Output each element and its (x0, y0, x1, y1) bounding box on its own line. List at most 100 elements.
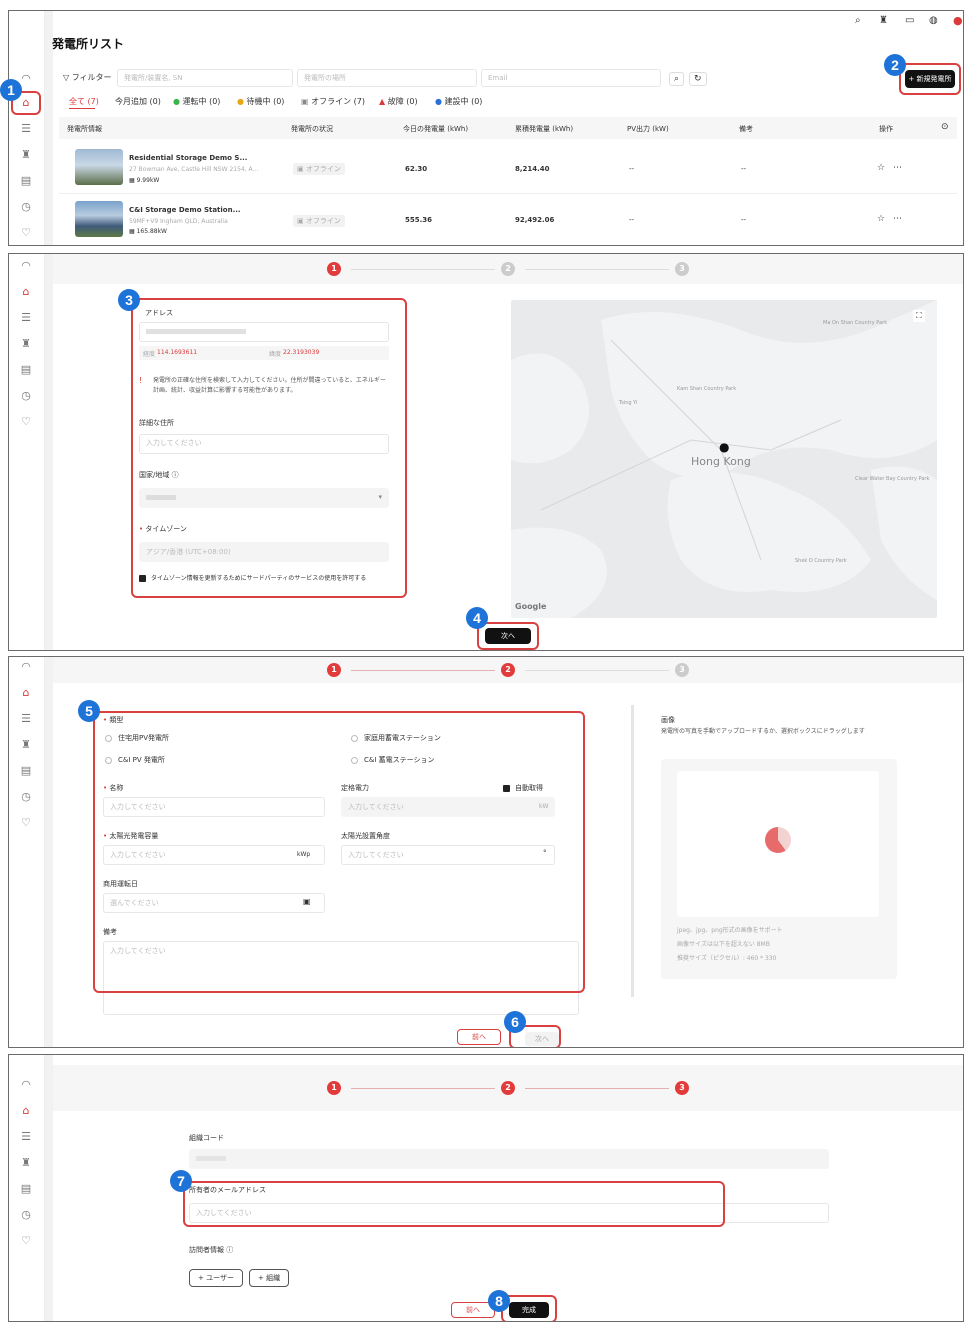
tab-fault[interactable]: ▲ 故障 (0) (379, 96, 418, 107)
owner-email-highlight (183, 1181, 725, 1227)
step-badge-2: 2 (884, 54, 906, 76)
dashboard-icon[interactable]: ◠ (18, 258, 34, 274)
tab-all[interactable]: 全て (7) (69, 96, 99, 107)
step1-panel: ◠ ⌂ ☰ ♜ ▤ ◷ ♡ 1 2 3 アドレス 経度 114.1693611 … (8, 253, 964, 651)
support-icon[interactable]: ♡ (18, 225, 34, 241)
email-search-input[interactable]: Email (481, 69, 661, 87)
image-hint-recommended: 推奨サイズ（ピクセル）: 460 * 330 (677, 955, 777, 962)
sidebar: ◠ ⌂ ☰ ♜ ▤ ◷ ♡ (9, 11, 45, 245)
image-placeholder-icon (765, 827, 791, 853)
next-highlight (477, 622, 539, 650)
device-icon[interactable]: ☰ (18, 1129, 34, 1145)
clock-icon[interactable]: ◷ (18, 789, 34, 805)
step-3: 3 (675, 663, 689, 677)
top-message-icon[interactable]: ▭ (905, 15, 914, 26)
column-settings-icon[interactable]: ⊙ (941, 122, 949, 132)
step-line (351, 269, 495, 270)
search-icon[interactable]: ⌕ (669, 72, 685, 86)
tab-this-month[interactable]: 今月追加 (0) (115, 96, 161, 107)
device-icon[interactable]: ☰ (18, 310, 34, 326)
tab-running[interactable]: ● 運転中 (0) (173, 96, 220, 107)
station-name[interactable]: C&I Storage Demo Station... (129, 206, 241, 214)
step-badge-6: 6 (504, 1011, 526, 1033)
sidebar: ◠ ⌂ ☰ ♜ ▤ ◷ ♡ (9, 254, 45, 650)
col-actions: 操作 (879, 125, 893, 133)
report-icon[interactable]: ▤ (18, 763, 34, 779)
note-value: -- (741, 165, 747, 173)
home-icon[interactable]: ⌂ (18, 284, 34, 300)
top-globe-icon[interactable]: ◍ (929, 15, 938, 26)
tower-icon[interactable]: ♜ (18, 737, 34, 753)
map-label: Clear Water Bay Country Park (855, 476, 930, 482)
report-icon[interactable]: ▤ (18, 173, 34, 189)
status-label: オフライン (305, 217, 341, 225)
image-upload-box[interactable]: jpeg、jpg、png形式の画像をサポート 画像サイズは以下を超えない 8MB… (661, 759, 897, 979)
step-line (525, 670, 669, 671)
location-search-input[interactable]: 発電所の場所 (297, 69, 477, 87)
capacity-value: 9.99kW (136, 177, 160, 184)
tab-standby[interactable]: ● 待機中 (0) (237, 96, 284, 107)
capacity-value: 165.88kW (136, 228, 167, 235)
clock-icon[interactable]: ◷ (18, 199, 34, 215)
top-search-icon[interactable]: ⌕ (855, 15, 861, 26)
top-station-icon[interactable]: ♜ (879, 15, 888, 26)
more-icon[interactable]: ⋯ (893, 214, 902, 224)
device-icon[interactable]: ☰ (18, 711, 34, 727)
clock-icon[interactable]: ◷ (18, 388, 34, 404)
filter-button[interactable]: ▽ フィルター (63, 72, 112, 83)
star-icon[interactable]: ☆ (877, 163, 885, 173)
dashboard-icon[interactable]: ◠ (18, 1077, 34, 1093)
home-icon[interactable]: ⌂ (18, 685, 34, 701)
today-value: 62.30 (405, 165, 428, 173)
map-label: Ma On Shan Country Park (823, 320, 888, 326)
tab-offline[interactable]: ▣ オフライン (7) (301, 96, 365, 107)
map[interactable]: Hong Kong Kam Shan Country Park Ma On Sh… (511, 300, 937, 618)
support-icon[interactable]: ♡ (18, 1233, 34, 1249)
fullscreen-icon[interactable]: ⛶ (913, 310, 925, 322)
step-line (351, 1088, 495, 1089)
dashboard-icon[interactable]: ◠ (18, 659, 34, 675)
step2-panel: ◠ ⌂ ☰ ♜ ▤ ◷ ♡ 1 2 3 • 類型 住宅用PV発電所 家庭用蓄電ス… (8, 656, 964, 1048)
star-icon[interactable]: ☆ (877, 214, 885, 224)
support-icon[interactable]: ♡ (18, 815, 34, 831)
device-icon[interactable]: ☰ (18, 121, 34, 137)
station-name[interactable]: Residential Storage Demo S... (129, 154, 247, 162)
note-value: -- (741, 216, 747, 224)
step-badge-7: 7 (170, 1170, 192, 1192)
device-search-input[interactable]: 発電所/装置名, SN (117, 69, 293, 87)
col-status: 発電所の状況 (291, 125, 333, 133)
col-total: 累積発電量 (kWh) (515, 125, 574, 133)
station-address: 27 Bowman Ave, Castle Hill NSW 2154, A..… (129, 166, 259, 173)
today-value: 555.36 (405, 216, 433, 224)
total-value: 92,492.06 (515, 216, 555, 224)
station-capacity: ▦ 9.99kW (129, 177, 160, 184)
col-today: 今日の発電量 (kWh) (403, 125, 469, 133)
report-icon[interactable]: ▤ (18, 1181, 34, 1197)
add-org-button[interactable]: + 組織 (249, 1269, 290, 1287)
more-icon[interactable]: ⋯ (893, 163, 902, 173)
status-badge: ▣ オフライン (293, 215, 345, 227)
new-station-highlight (899, 63, 961, 95)
add-user-button[interactable]: + ユーザー (189, 1269, 243, 1287)
image-hint-size: 画像サイズは以下を超えない 8MB (677, 941, 770, 948)
top-user-icon[interactable]: ● (953, 14, 963, 27)
tower-icon[interactable]: ♜ (18, 147, 34, 163)
step-1: 1 (327, 663, 341, 677)
tower-icon[interactable]: ♜ (18, 336, 34, 352)
support-icon[interactable]: ♡ (18, 414, 34, 430)
prev-button[interactable]: 前へ (457, 1029, 501, 1045)
clock-icon[interactable]: ◷ (18, 1207, 34, 1223)
map-label: Hong Kong (691, 455, 751, 468)
pv-value: -- (629, 216, 635, 224)
gutter (45, 657, 53, 1047)
tab-running-label: 運転中 (0) (182, 97, 221, 106)
home-icon[interactable]: ⌂ (18, 1103, 34, 1119)
station-capacity: ▦ 165.88kW (129, 228, 167, 235)
step-3: 3 (675, 1081, 689, 1095)
tower-icon[interactable]: ♜ (18, 1155, 34, 1171)
step-line (351, 670, 495, 671)
tab-construction[interactable]: ● 建設中 (0) (435, 96, 482, 107)
help-icon[interactable]: ⓘ (226, 1246, 233, 1254)
refresh-icon[interactable]: ↻ (689, 72, 707, 86)
report-icon[interactable]: ▤ (18, 362, 34, 378)
